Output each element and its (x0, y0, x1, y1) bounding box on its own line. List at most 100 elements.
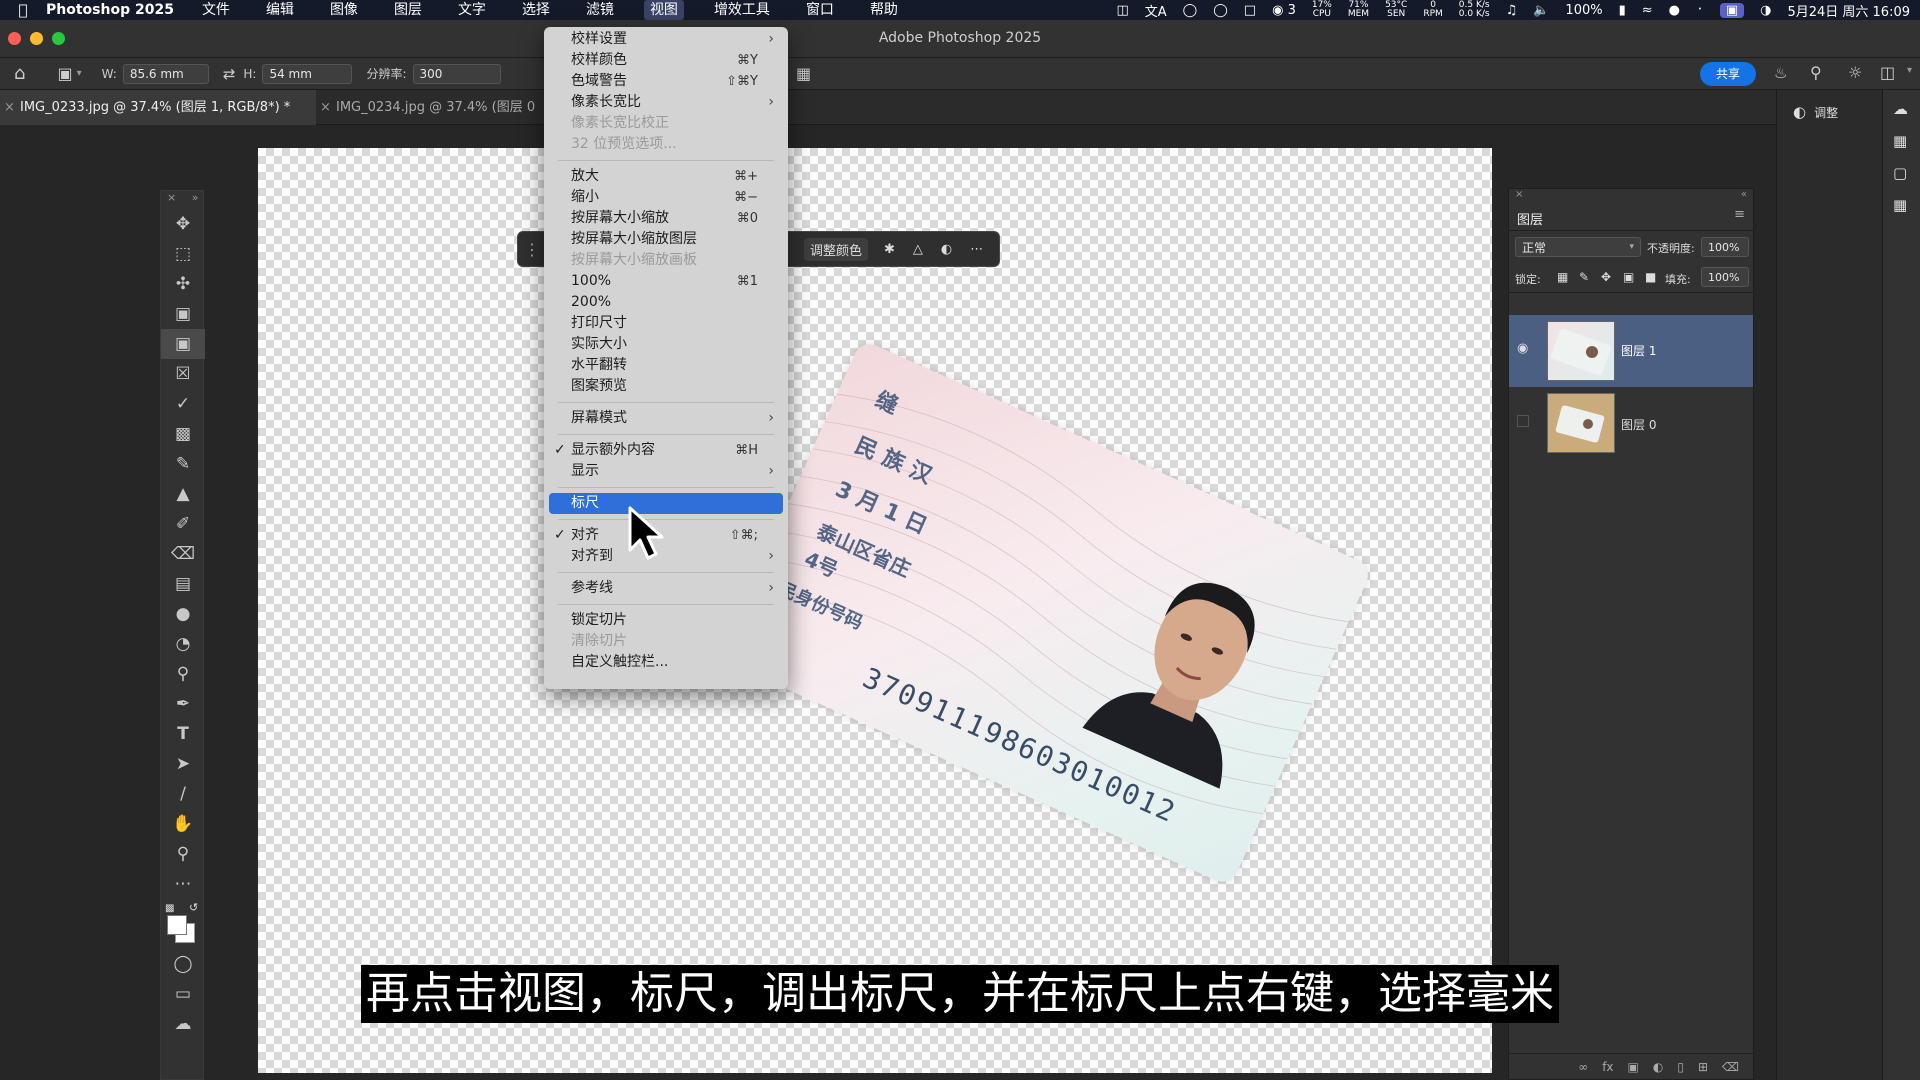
menubar-datetime[interactable]: 5月24日 周六 16:09 (1787, 1, 1910, 20)
width-field[interactable]: 85.6 mm (122, 63, 209, 84)
more-options-icon[interactable]: ⋯ (970, 242, 983, 257)
menu-layer[interactable]: 图层 (388, 0, 428, 20)
history-brush-tool-icon[interactable]: ✐ (161, 509, 205, 539)
path-icon[interactable]: △ (913, 242, 923, 257)
tab-layers[interactable]: 图层 (1517, 209, 1543, 228)
fill-field[interactable]: 100% (1701, 267, 1749, 287)
discover-lightbulb-icon[interactable]: ☼ (1848, 63, 1862, 82)
eyedropper-tool-icon[interactable]: ✓ (161, 389, 205, 419)
headphones-icon[interactable]: ♫ (1506, 3, 1518, 18)
lock-position-icon[interactable]: ✥ (1601, 270, 1611, 284)
menu-item-print-size[interactable]: 打印尺寸 (544, 313, 788, 334)
lock-image-pixels-icon[interactable]: ✎ (1579, 270, 1589, 284)
menu-file[interactable]: 文件 (196, 0, 236, 20)
swap-dimensions-icon[interactable]: ⇄ (223, 65, 236, 83)
collapse-panel-icon[interactable]: « (1741, 189, 1747, 200)
sponge-tool-icon[interactable]: ⚲ (161, 659, 205, 689)
menu-filter[interactable]: 滤镜 (580, 0, 620, 20)
menu-plugins[interactable]: 增效工具 (708, 0, 776, 20)
new-group-icon[interactable]: ▯ (1677, 1060, 1684, 1074)
translate-icon[interactable]: 文A (1145, 1, 1167, 20)
gradients-icon[interactable]: ▢ (1893, 164, 1907, 182)
close-icon[interactable]: × (167, 191, 176, 204)
bell-icon[interactable]: ♨ (1774, 64, 1787, 82)
foreground-color-swatch[interactable] (167, 915, 187, 935)
chevron-down-icon[interactable]: ▾ (77, 68, 82, 79)
chat-icon[interactable]: ◯ (1213, 3, 1228, 18)
default-colors-icon[interactable]: ▩ (165, 903, 174, 914)
workspace-icon[interactable]: ◫ (1880, 63, 1895, 82)
drag-handle-icon[interactable]: ⋮ (524, 240, 540, 259)
magic-wand-icon[interactable]: ✱ (884, 242, 895, 257)
battery-percent[interactable]: 100% (1565, 3, 1602, 18)
adjustments-panel-button[interactable]: ◐ 调整 (1781, 98, 1877, 126)
height-field[interactable]: 54 mm (262, 63, 353, 84)
menu-item-pixel-aspect-ratio[interactable]: 像素长宽比 › (544, 92, 788, 113)
menu-item-flip-horizontal[interactable]: 水平翻转 (544, 355, 788, 376)
visibility-eye-icon[interactable]: ◉ (1517, 341, 1528, 356)
patterns-icon[interactable]: ▦ (1893, 196, 1907, 214)
blur-tool-icon[interactable]: ● (161, 599, 205, 629)
lock-transparent-pixels-icon[interactable]: ▦ (1557, 270, 1568, 284)
box-icon[interactable]: ◫ (1116, 3, 1128, 18)
menu-select[interactable]: 选择 (516, 0, 556, 20)
layer-row-layer-1[interactable]: ◉ 图层 1 (1509, 315, 1753, 387)
collapse-icon[interactable]: » (192, 191, 199, 204)
menu-help[interactable]: 帮助 (864, 0, 904, 20)
adjust-color-button[interactable]: 调整颜色 (804, 237, 869, 261)
volume-icon[interactable]: 🔈 (1533, 3, 1549, 18)
crop-tool-icon[interactable]: ▣ (161, 329, 205, 359)
new-adjustment-layer-icon[interactable]: ◐ (1653, 1060, 1663, 1074)
menu-item-fit-layers-on-screen[interactable]: 按屏幕大小缩放图层 (544, 229, 788, 250)
frame-tool-icon[interactable]: ☒ (161, 359, 205, 389)
type-tool-icon[interactable]: T (161, 719, 205, 749)
menu-item-100-percent[interactable]: 100% ⌘1 (544, 271, 788, 292)
swatches-grid-icon[interactable]: ▦ (1893, 132, 1907, 150)
menu-item-200-percent[interactable]: 200% (544, 292, 788, 313)
libraries-icon[interactable]: ☁ (1893, 100, 1908, 118)
blend-mode-select[interactable]: 正常 ▾ (1515, 237, 1641, 257)
bluetooth-icon[interactable]: ᛫ (1696, 3, 1704, 18)
swap-colors-icon[interactable]: ↺ (189, 901, 198, 914)
dodge-tool-icon[interactable]: ◔ (161, 629, 205, 659)
brush-tool-icon[interactable]: ✎ (161, 449, 205, 479)
tab-img-0233[interactable]: × IMG_0233.jpg @ 37.4% (图层 1, RGB/8*) * (0, 90, 316, 125)
menu-item-screen-mode[interactable]: 屏幕模式 › (544, 408, 788, 429)
healing-brush-tool-icon[interactable]: ▩ (161, 419, 205, 449)
menu-item-show[interactable]: 显示 › (544, 461, 788, 482)
menu-item-fit-on-screen[interactable]: 按屏幕大小缩放 ⌘0 (544, 208, 788, 229)
line-tool-icon[interactable]: ∕ (161, 779, 205, 809)
app-menu-name[interactable]: Photoshop 2025 (46, 2, 174, 18)
user-icon[interactable]: ● (1669, 3, 1680, 18)
lock-all-icon[interactable]: ■ (1645, 270, 1656, 284)
wifi-icon[interactable]: ≈ (1642, 3, 1653, 18)
menu-item-guides[interactable]: 参考线 › (544, 578, 788, 599)
clone-stamp-tool-icon[interactable]: ▲ (161, 479, 205, 509)
wechat-icon[interactable]: ◉ 3 (1272, 3, 1296, 18)
screen-mode-icon[interactable]: ▭ (161, 979, 205, 1009)
object-selection-tool-icon[interactable]: ▣ (161, 299, 205, 329)
menu-item-zoom-out[interactable]: 缩小 ⌘− (544, 187, 788, 208)
zoom-tool-icon[interactable]: ⚲ (161, 839, 205, 869)
menu-edit[interactable]: 编辑 (260, 0, 300, 20)
pen-tool-icon[interactable]: ✒ (161, 689, 205, 719)
gradient-tool-icon[interactable]: ▤ (161, 569, 205, 599)
lock-artboard-icon[interactable]: ▣ (1623, 270, 1634, 284)
menu-item-actual-size[interactable]: 实际大小 (544, 334, 788, 355)
fx-icon[interactable]: fx (1602, 1060, 1613, 1074)
layer-row-layer-0[interactable]: 图层 0 (1509, 387, 1753, 459)
menu-image[interactable]: 图像 (324, 0, 364, 20)
new-layer-icon[interactable]: ⊞ (1698, 1060, 1708, 1074)
link-layers-icon[interactable]: ∞ (1578, 1060, 1588, 1074)
screen-mirroring-icon[interactable]: ▣ (1719, 2, 1745, 18)
panel-menu-icon[interactable]: ≡ (1734, 207, 1745, 222)
more-tools-icon[interactable]: ⋯ (161, 869, 205, 899)
move-tool-icon[interactable]: ✥ (161, 209, 205, 239)
visibility-toggle-off[interactable] (1517, 415, 1529, 427)
adjustment-icon[interactable]: ◐ (941, 242, 952, 257)
menu-window[interactable]: 窗口 (800, 0, 840, 20)
trash-icon[interactable]: ⌫ (1722, 1060, 1739, 1074)
menu-item-proof-colors[interactable]: 校样颜色 ⌘Y (544, 50, 788, 71)
crop-tool-preset-icon[interactable]: ▣ (57, 64, 72, 83)
close-tab-icon[interactable]: × (4, 90, 15, 125)
